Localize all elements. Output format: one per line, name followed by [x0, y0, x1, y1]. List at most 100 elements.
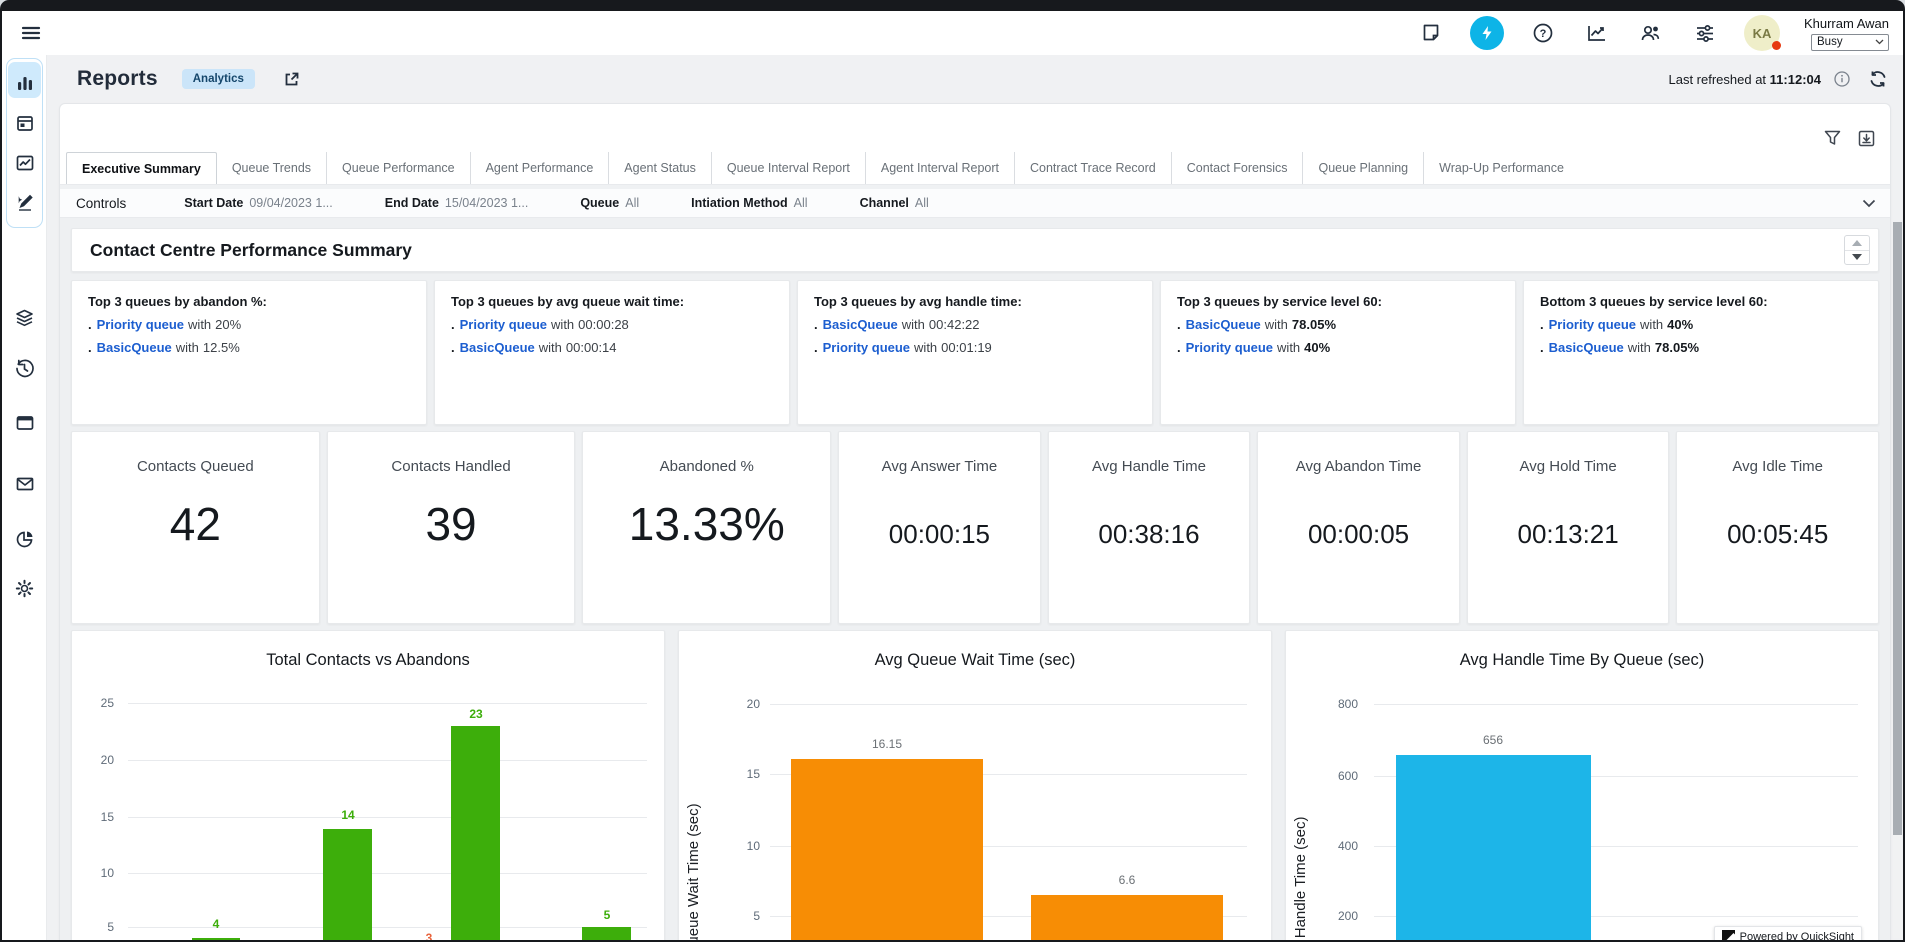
bullet: . [451, 340, 455, 355]
filter-start-date[interactable]: Start Date09/04/2023 1... [184, 196, 332, 210]
conjunction: with [914, 340, 937, 355]
hamburger-menu-icon[interactable] [16, 18, 46, 48]
line-chart-icon[interactable] [10, 148, 39, 177]
chart-title: Avg Handle Time By Queue (sec) [1286, 651, 1878, 670]
queue-link[interactable]: Priority queue [1549, 317, 1636, 332]
settings-sliders-icon[interactable] [1690, 18, 1720, 48]
queue-link[interactable]: Priority queue [1186, 340, 1273, 355]
export-icon[interactable] [1856, 128, 1876, 148]
chevron-down-icon[interactable] [1862, 199, 1876, 208]
external-link-icon[interactable] [277, 64, 307, 94]
metrics-icon[interactable] [1582, 18, 1612, 48]
spinner-up-button[interactable] [1845, 236, 1869, 250]
tab-queue-planning[interactable]: Queue Planning [1302, 152, 1423, 184]
queue-link[interactable]: BasicQueue [823, 317, 898, 332]
scrollbar-track[interactable] [1893, 222, 1902, 938]
filter-end-date[interactable]: End Date15/04/2023 1... [385, 196, 529, 210]
bar-chart-icon[interactable] [10, 68, 39, 97]
tab-agent-performance[interactable]: Agent Performance [470, 152, 609, 184]
pie-chart-icon[interactable] [10, 524, 39, 553]
notes-icon[interactable] [1416, 18, 1446, 48]
y-tick: 10 [82, 866, 114, 880]
bar-handle-time[interactable] [1396, 755, 1591, 940]
calendar-icon[interactable] [10, 108, 39, 137]
bar-total-contacts[interactable] [582, 927, 631, 940]
bullet: . [88, 340, 92, 355]
avatar[interactable]: KA [1744, 15, 1780, 51]
gear-icon[interactable] [10, 574, 39, 603]
chart-avg-queue-wait-time: Avg Queue Wait Time (sec) Avg Queue Wait… [678, 630, 1272, 940]
queue-link[interactable]: BasicQueue [97, 340, 172, 355]
chart-total-contacts-vs-abandons: Total Contacts vs Abandons 25 20 15 10 5 [71, 630, 665, 940]
queue-link[interactable]: BasicQueue [1186, 317, 1261, 332]
help-icon[interactable]: ? [1528, 18, 1558, 48]
bar-total-contacts[interactable] [192, 938, 240, 940]
flash-icon[interactable] [1470, 16, 1504, 50]
scrollbar-thumb[interactable] [1893, 222, 1902, 835]
y-tick: 20 [82, 753, 114, 767]
tab-contract-trace-record[interactable]: Contract Trace Record [1014, 152, 1171, 184]
bar-total-contacts[interactable] [323, 829, 372, 940]
tab-queue-interval-report[interactable]: Queue Interval Report [711, 152, 865, 184]
charts-row: Total Contacts vs Abandons 25 20 15 10 5 [71, 630, 1879, 940]
conjunction: with [1628, 340, 1651, 355]
tab-contact-forensics[interactable]: Contact Forensics [1171, 152, 1303, 184]
kpi-value: 00:00:05 [1308, 519, 1409, 550]
kpi-label: Avg Abandon Time [1296, 458, 1422, 475]
people-directory-icon[interactable] [1636, 18, 1666, 48]
filter-intiation-method[interactable]: Intiation MethodAll [691, 196, 807, 210]
tab-queue-trends[interactable]: Queue Trends [217, 152, 326, 184]
bar-total-contacts[interactable] [451, 726, 500, 940]
filter-funnel-icon[interactable] [1822, 128, 1842, 148]
kpi-label: Contacts Queued [137, 458, 254, 475]
layers-icon[interactable] [10, 304, 39, 333]
filter-label: Queue [580, 196, 619, 210]
queue-link[interactable]: Priority queue [460, 317, 547, 332]
bar-queue-wait[interactable] [1031, 895, 1223, 940]
kpi-label: Abandoned % [660, 458, 754, 475]
queue-link[interactable]: BasicQueue [460, 340, 535, 355]
tab-wrap-up-performance[interactable]: Wrap-Up Performance [1423, 152, 1579, 184]
status-select[interactable]: Busy [1811, 34, 1889, 51]
kpi-label: Avg Handle Time [1092, 458, 1206, 475]
queue-link[interactable]: BasicQueue [1549, 340, 1624, 355]
tab-executive-summary[interactable]: Executive Summary [66, 152, 217, 184]
bar-value-label: 4 [213, 917, 220, 931]
refresh-icon[interactable] [1863, 64, 1893, 94]
bar-queue-wait[interactable] [791, 759, 983, 940]
mail-icon[interactable] [10, 469, 39, 498]
tab-agent-interval-report[interactable]: Agent Interval Report [865, 152, 1014, 184]
section-title: Contact Centre Performance Summary [90, 240, 412, 261]
topbar: ? KA Khurram Awan Busy [2, 11, 1903, 55]
y-tick: 800 [1326, 697, 1358, 711]
insight-value: 40% [1667, 317, 1693, 332]
tab-queue-performance[interactable]: Queue Performance [326, 152, 470, 184]
quicksight-badge: Powered by QuickSight [1714, 926, 1862, 940]
window-icon[interactable] [10, 408, 39, 437]
insight-title: Top 3 queues by avg handle time: [814, 294, 1136, 309]
y-tick: 25 [82, 696, 114, 710]
last-refreshed-time: 11:12:04 [1770, 72, 1821, 87]
quicksight-label: Powered by QuickSight [1740, 931, 1854, 941]
filter-channel[interactable]: Channel All [860, 196, 929, 210]
filter-value: All [915, 196, 929, 210]
filter-label: Channel [860, 196, 909, 210]
spinner-down-button[interactable] [1845, 250, 1869, 265]
tab-agent-status[interactable]: Agent Status [608, 152, 711, 184]
queue-link[interactable]: Priority queue [823, 340, 910, 355]
bullet: . [1177, 340, 1181, 355]
brush-icon[interactable] [10, 188, 39, 217]
queue-insight-row: Top 3 queues by abandon %: .Priority que… [71, 280, 1879, 425]
tab-label: Agent Performance [486, 161, 594, 175]
insight-line: .BasicQueuewith00:00:14 [451, 340, 773, 355]
queue-link[interactable]: Priority queue [97, 317, 184, 332]
tab-label: Agent Interval Report [881, 161, 999, 175]
kpi-label: Avg Idle Time [1732, 458, 1823, 475]
filter-value: 09/04/2023 1... [249, 196, 332, 210]
filter-queue[interactable]: QueueAll [580, 196, 639, 210]
filter-label: Intiation Method [691, 196, 788, 210]
bar-value-label: 14 [341, 808, 354, 822]
insight-card-wait-time: Top 3 queues by avg queue wait time: .Pr… [434, 280, 790, 425]
info-icon[interactable] [1833, 70, 1851, 88]
history-icon[interactable] [10, 354, 39, 383]
